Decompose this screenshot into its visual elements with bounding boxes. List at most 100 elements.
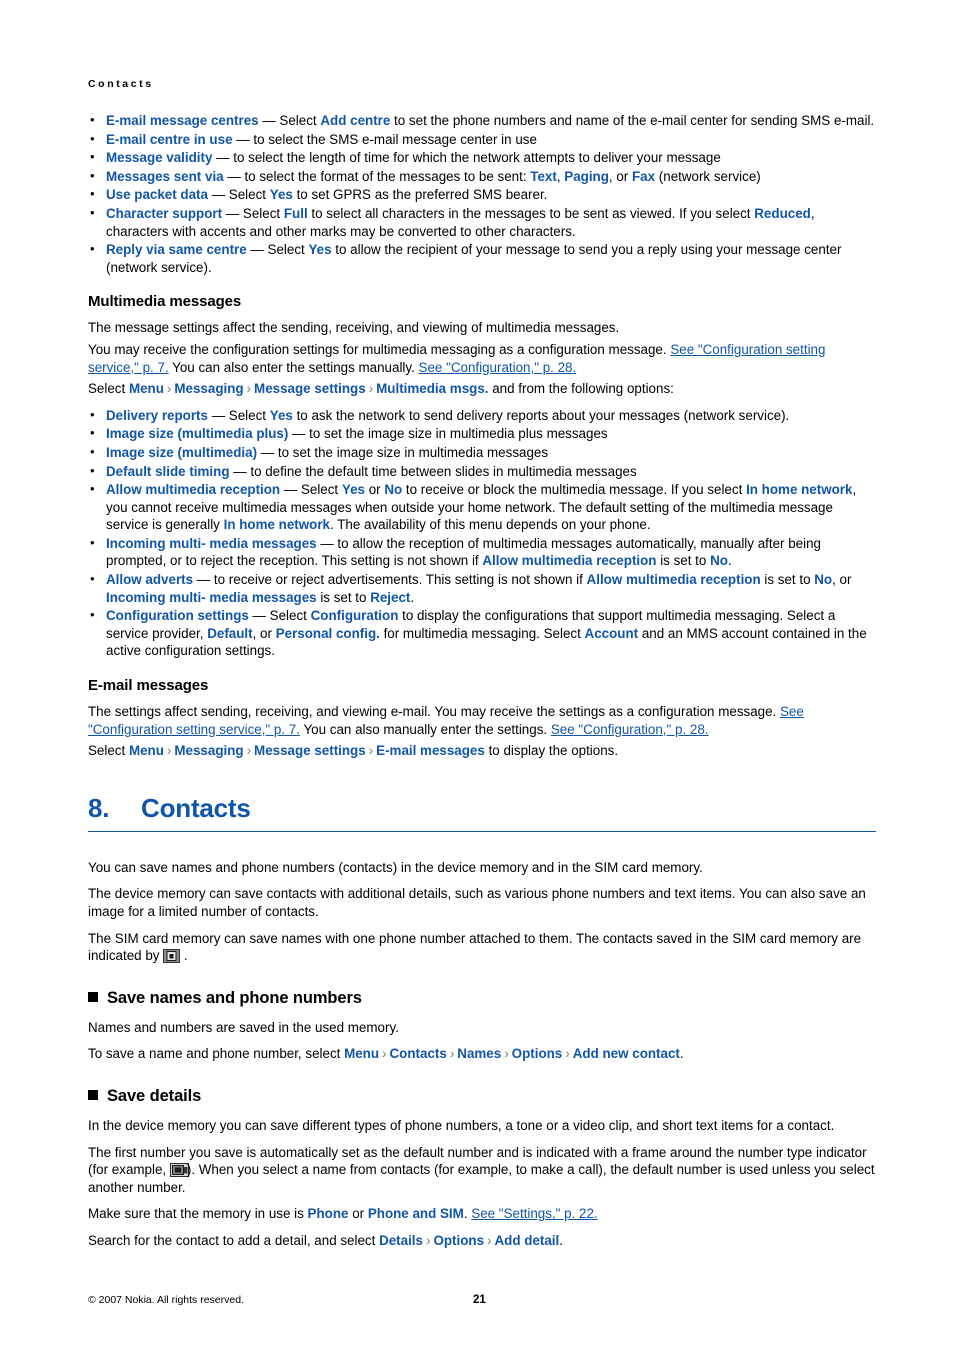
emphasis-term: Incoming multi- media messages bbox=[106, 589, 317, 605]
heading-save-names-label: Save names and phone numbers bbox=[107, 988, 362, 1007]
page-number: 21 bbox=[473, 1294, 486, 1306]
path-separator-icon: › bbox=[382, 1046, 387, 1062]
emphasis-term: In home network bbox=[223, 517, 330, 533]
emphasis-term: Personal config. bbox=[275, 625, 380, 641]
emphasis-term: Default bbox=[207, 625, 253, 641]
emphasis-term: E-mail message centres bbox=[106, 113, 259, 128]
save-details-paragraph-3: Make sure that the memory in use is Phon… bbox=[88, 1206, 598, 1222]
emphasis-term: Fax bbox=[631, 168, 656, 184]
chapter-title: 8. Contacts bbox=[88, 793, 876, 832]
save-details-paragraph-1: In the device memory you can save differ… bbox=[88, 1117, 835, 1133]
contacts-paragraph-3-after: . bbox=[180, 948, 188, 964]
emphasis-term: Delivery reports bbox=[106, 407, 208, 423]
emphasis-term: Names bbox=[457, 1046, 502, 1062]
contacts-paragraph-2: The device memory can save contacts with… bbox=[88, 886, 866, 919]
emphasis-term: Allow multimedia reception bbox=[106, 482, 281, 498]
emphasis-term: Yes bbox=[269, 187, 293, 203]
bullet-item-message-validity: Message validity — to select the length … bbox=[88, 148, 876, 167]
path-separator-icon: › bbox=[449, 1046, 455, 1062]
sim-card-icon bbox=[163, 949, 181, 964]
bullet-item-email-centre-in-use: E-mail centre in use — to select the SMS… bbox=[88, 130, 876, 149]
emphasis-term: Multimedia msgs. bbox=[376, 381, 489, 397]
emphasis-term: Account bbox=[584, 625, 639, 641]
cross-reference-link[interactable]: See "Settings," p. 22. bbox=[471, 1206, 597, 1221]
phone-number-type-icon bbox=[169, 1163, 189, 1178]
emphasis-term: Text bbox=[530, 168, 557, 184]
emphasis-term: Use packet data bbox=[106, 187, 208, 203]
emphasis-term: Reduced bbox=[754, 205, 811, 221]
emphasis-term: Paging bbox=[564, 168, 609, 184]
bullet-item-allow-multimedia-reception: Allow multimedia reception — Select Yes … bbox=[88, 480, 876, 534]
save-details-paragraph-4: Search for the contact to add a detail, … bbox=[88, 1232, 563, 1248]
chapter-number: 8. bbox=[88, 792, 110, 823]
contacts-paragraph-1: You can save names and phone numbers (co… bbox=[88, 859, 703, 875]
emphasis-term: Image size (multimedia) bbox=[106, 444, 258, 460]
emphasis-term: Menu bbox=[344, 1046, 380, 1062]
path-separator-icon: › bbox=[246, 381, 252, 397]
bullet-item-configuration-settings: Configuration settings — Select Configur… bbox=[88, 606, 876, 660]
bullet-item-default-slide-timing: Default slide timing — to define the def… bbox=[88, 462, 876, 481]
save-names-paragraph-1: Names and numbers are saved in the used … bbox=[88, 1019, 399, 1035]
heading-save-details: Save details bbox=[88, 1087, 876, 1106]
bullet-item-use-packet-data: Use packet data — Select Yes to set GPRS… bbox=[88, 185, 876, 204]
emphasis-term: Configuration settings bbox=[106, 608, 249, 624]
multimedia-options-bullet-list: Delivery reports — Select Yes to ask the… bbox=[88, 406, 876, 660]
bullet-item-email-message-centres: E-mail message centres — Select Add cent… bbox=[88, 111, 876, 130]
path-separator-icon: › bbox=[166, 743, 172, 759]
cross-reference-link[interactable]: See "Configuration," p. 28. bbox=[551, 722, 709, 737]
emphasis-term: Options bbox=[511, 1046, 563, 1062]
bullet-item-delivery-reports: Delivery reports — Select Yes to ask the… bbox=[88, 406, 876, 425]
heading-save-names-and-phone-numbers: Save names and phone numbers bbox=[88, 989, 876, 1008]
emphasis-term: Allow multimedia reception bbox=[586, 572, 761, 588]
bullet-item-incoming-multi-media-messages: Incoming multi- media messages — to allo… bbox=[88, 534, 876, 570]
path-separator-icon: › bbox=[565, 1046, 570, 1062]
multimedia-intro-paragraph: The message settings affect the sending,… bbox=[88, 320, 620, 336]
emphasis-term: Reject bbox=[370, 589, 411, 605]
chapter-title-text: Contacts bbox=[141, 792, 251, 823]
emphasis-term: Phone bbox=[307, 1206, 349, 1222]
emphasis-term: E-mail messages bbox=[376, 743, 485, 759]
path-separator-icon: › bbox=[368, 743, 374, 759]
emphasis-term: Image size (multimedia plus) bbox=[106, 426, 289, 442]
heading-save-details-label: Save details bbox=[107, 1086, 202, 1105]
emphasis-term: Add new contact bbox=[572, 1046, 680, 1062]
emphasis-term: Allow multimedia reception bbox=[482, 553, 657, 569]
emphasis-term: Contacts bbox=[389, 1046, 447, 1062]
emphasis-term: Incoming multi- media messages bbox=[106, 535, 317, 551]
emphasis-term: Yes bbox=[341, 482, 365, 498]
path-separator-icon: › bbox=[166, 381, 172, 397]
emphasis-term: Menu bbox=[128, 743, 164, 759]
heading-email-messages: E-mail messages bbox=[88, 677, 209, 695]
emphasis-term: Character support bbox=[106, 205, 223, 221]
emphasis-term: No bbox=[710, 553, 728, 569]
bullet-item-image-size-multimedia: Image size (multimedia) — to set the ima… bbox=[88, 443, 876, 462]
emphasis-term: Default slide timing bbox=[106, 463, 230, 479]
chapter-body: You can save names and phone numbers (co… bbox=[88, 859, 876, 965]
bullet-item-character-support: Character support — Select Full to selec… bbox=[88, 204, 876, 240]
running-head: Contacts bbox=[88, 78, 154, 90]
bullet-square-icon bbox=[88, 1089, 98, 1100]
bullet-item-messages-sent-via: Messages sent via — to select the format… bbox=[88, 167, 876, 186]
path-separator-icon: › bbox=[425, 1232, 431, 1248]
emphasis-term: Message settings bbox=[254, 743, 366, 759]
document-page: Contacts E-mail message centres — Select… bbox=[0, 0, 954, 1350]
bullet-square-icon bbox=[88, 991, 98, 1002]
bullet-item-allow-adverts: Allow adverts — to receive or reject adv… bbox=[88, 570, 876, 606]
cross-reference-link[interactable]: See "Configuration," p. 28. bbox=[419, 360, 577, 375]
save-names-menu-path: To save a name and phone number, select … bbox=[88, 1046, 684, 1062]
emphasis-term: Menu bbox=[128, 381, 164, 397]
emphasis-term: Messaging bbox=[174, 381, 244, 397]
emphasis-term: No bbox=[384, 482, 403, 498]
emphasis-term: Messaging bbox=[174, 743, 244, 759]
emphasis-term: Yes bbox=[308, 242, 332, 258]
emphasis-term: Message validity bbox=[106, 150, 213, 166]
emphasis-term: Messages sent via bbox=[106, 168, 224, 184]
page-footer: © 2007 Nokia. All rights reserved. 21 bbox=[88, 1294, 876, 1306]
sms-settings-bullet-list: E-mail message centres — Select Add cent… bbox=[88, 111, 876, 276]
emphasis-term: Configuration bbox=[310, 608, 399, 624]
email-menu-path: Select Menu › Messaging › Message settings › E… bbox=[88, 743, 619, 759]
bullet-item-reply-via-same-centre: Reply via same centre — Select Yes to al… bbox=[88, 240, 876, 276]
save-details-paragraph-2-after: ). When you select a name from contacts … bbox=[88, 1162, 875, 1195]
emphasis-term: Allow adverts bbox=[106, 572, 194, 588]
emphasis-term: Phone and SIM bbox=[367, 1206, 464, 1222]
